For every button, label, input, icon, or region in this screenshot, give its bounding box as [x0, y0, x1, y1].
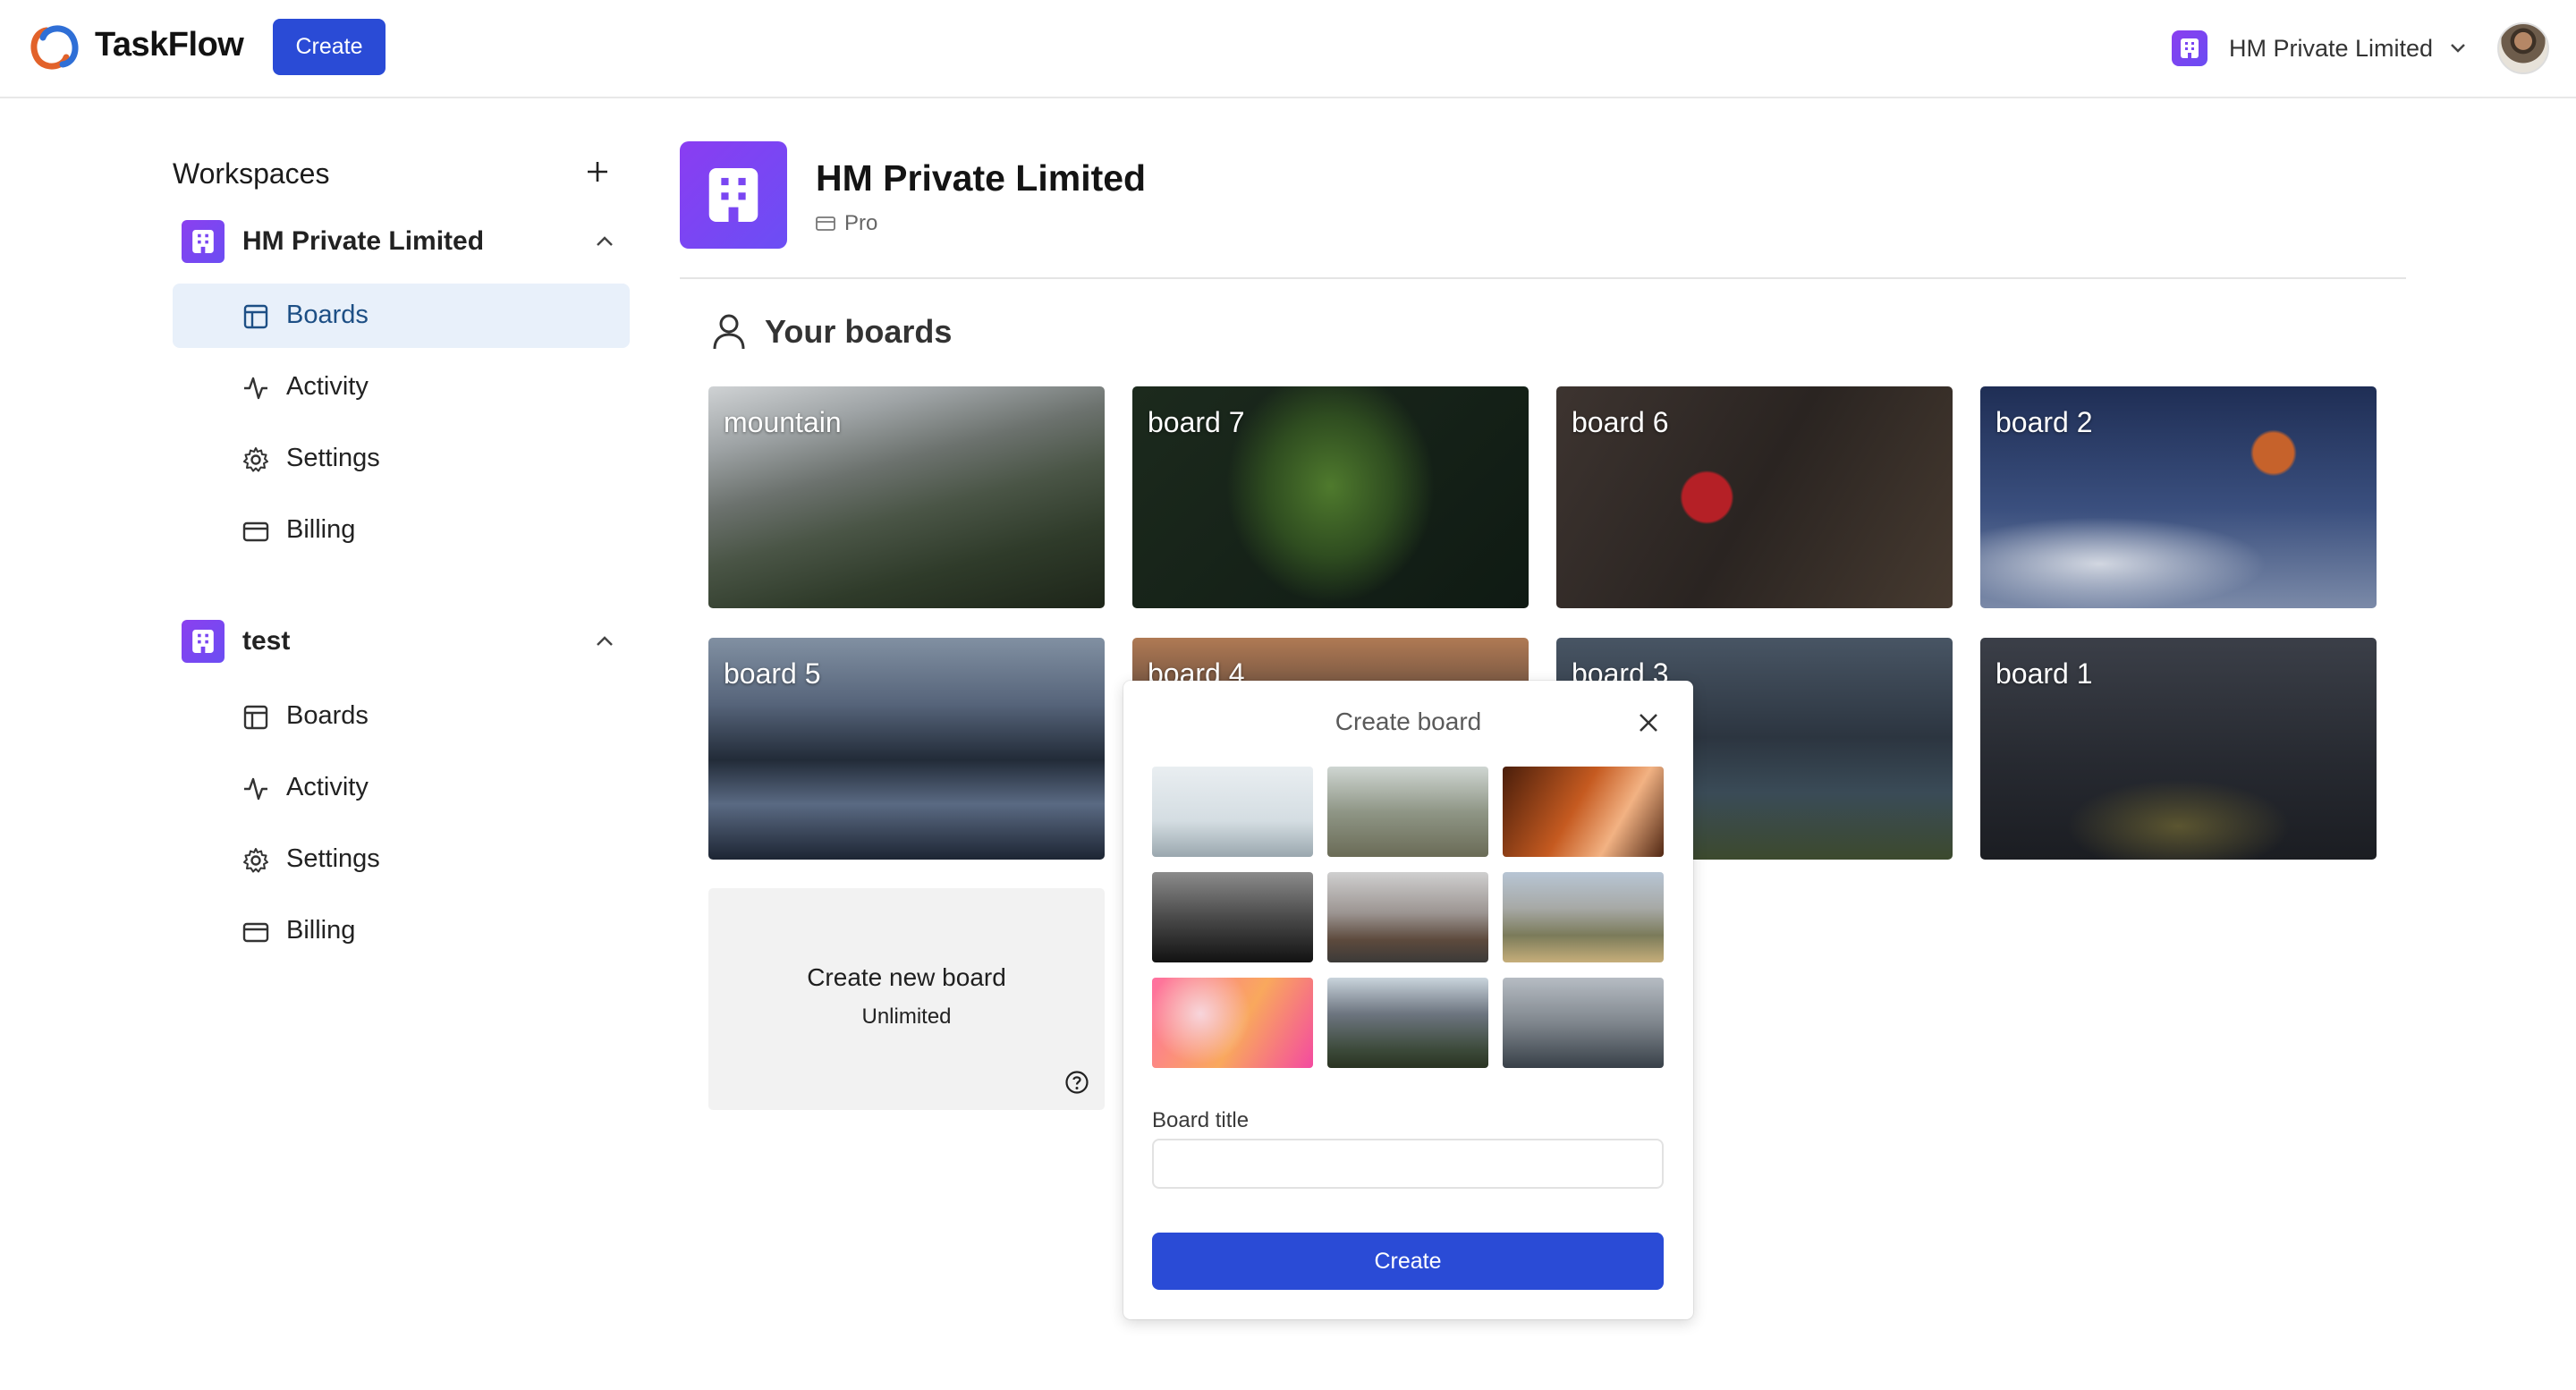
workspace-name: test	[242, 626, 291, 656]
org-logo	[680, 141, 787, 249]
plan-info: Pro	[816, 211, 877, 236]
section-title: Your boards	[765, 313, 953, 350]
sidebar-item-label: Activity	[286, 372, 369, 401]
chevron-down-icon	[2451, 44, 2465, 53]
board-title: mountain	[724, 406, 842, 438]
workspace-hm-private-limited[interactable]: HM Private Limited	[182, 219, 629, 264]
background-option[interactable]	[1327, 767, 1488, 857]
create-board-popover: Create board Board title Create	[1123, 681, 1693, 1319]
background-option[interactable]	[1503, 872, 1664, 962]
board-title: board 1	[1996, 657, 2093, 690]
background-option[interactable]	[1503, 978, 1664, 1068]
org-switcher[interactable]: HM Private Limited	[2172, 27, 2467, 70]
org-switcher-label: HM Private Limited	[2229, 34, 2434, 62]
layout-icon	[243, 304, 268, 329]
workspaces-heading: Workspaces	[173, 157, 330, 190]
background-option[interactable]	[1327, 872, 1488, 962]
board-card[interactable]: board 1	[1980, 638, 2377, 860]
board-title-label: Board title	[1152, 1108, 1250, 1132]
background-option[interactable]	[1152, 978, 1313, 1068]
background-option[interactable]	[1152, 872, 1313, 962]
board-title: board 7	[1148, 406, 1245, 438]
sidebar-item-activity[interactable]: Activity	[173, 756, 630, 820]
building-icon	[182, 220, 225, 263]
taskflow-logo-icon[interactable]	[27, 21, 82, 73]
board-card[interactable]: board 2	[1980, 386, 2377, 608]
create-button[interactable]: Create	[273, 19, 386, 75]
board-card[interactable]: mountain	[708, 386, 1105, 608]
plan-label: Pro	[844, 211, 878, 235]
sidebar-item-boards[interactable]: Boards	[173, 684, 630, 749]
org-title: HM Private Limited	[816, 157, 1147, 199]
add-workspace-icon[interactable]	[586, 160, 609, 183]
sidebar-item-label: Boards	[286, 301, 369, 329]
board-title: board 6	[1572, 406, 1669, 438]
workspace-name: HM Private Limited	[242, 226, 485, 256]
sidebar-item-settings[interactable]: Settings	[173, 827, 630, 892]
sidebar-item-label: Boards	[286, 701, 369, 730]
board-title-input[interactable]	[1152, 1139, 1664, 1189]
popover-title: Create board	[1335, 708, 1482, 735]
user-avatar[interactable]	[2497, 22, 2549, 74]
chevron-up-icon[interactable]	[593, 230, 616, 253]
layout-icon	[243, 705, 268, 730]
sidebar-item-billing[interactable]: Billing	[173, 498, 630, 563]
building-icon	[708, 168, 758, 222]
sidebar-item-label: Settings	[286, 844, 380, 873]
board-card[interactable]: board 6	[1556, 386, 1953, 608]
user-icon	[713, 314, 745, 350]
sidebar-item-label: Billing	[286, 916, 356, 945]
credit-card-icon	[816, 216, 835, 231]
help-circle-icon[interactable]	[1064, 1070, 1089, 1095]
workspace-test[interactable]: test	[182, 619, 629, 664]
new-board-title: Create new board	[807, 963, 1006, 991]
chevron-up-icon[interactable]	[593, 630, 616, 653]
divider	[680, 277, 2406, 279]
sidebar-item-boards[interactable]: Boards	[173, 284, 630, 348]
activity-icon	[244, 777, 267, 801]
background-option[interactable]	[1152, 767, 1313, 857]
sidebar-item-label: Billing	[286, 515, 356, 544]
sidebar-item-billing[interactable]: Billing	[173, 899, 630, 963]
top-navbar: TaskFlow Create HM Private Limited	[0, 0, 2576, 98]
credit-card-icon	[242, 922, 269, 943]
brand-name[interactable]: TaskFlow	[95, 26, 244, 64]
building-icon	[2172, 30, 2207, 66]
building-icon	[182, 620, 225, 663]
board-card[interactable]: board 5	[708, 638, 1105, 860]
activity-icon	[244, 377, 267, 400]
gear-icon	[243, 447, 268, 472]
gear-icon	[243, 848, 268, 873]
background-option[interactable]	[1503, 767, 1664, 857]
board-title: board 5	[724, 657, 821, 690]
sidebar-item-label: Activity	[286, 773, 369, 801]
board-card[interactable]: board 7	[1132, 386, 1529, 608]
sidebar-item-settings[interactable]: Settings	[173, 427, 630, 491]
sidebar-item-label: Settings	[286, 444, 380, 472]
close-icon[interactable]	[1637, 711, 1660, 734]
credit-card-icon	[242, 521, 269, 542]
create-new-board-card[interactable]: Create new board Unlimited	[708, 888, 1105, 1110]
new-board-limit: Unlimited	[861, 1004, 952, 1029]
your-boards-heading: Your boards	[711, 313, 952, 351]
board-title: board 2	[1996, 406, 2093, 438]
background-option[interactable]	[1327, 978, 1488, 1068]
create-board-submit-button[interactable]: Create	[1152, 1233, 1664, 1290]
sidebar-item-activity[interactable]: Activity	[173, 355, 630, 420]
